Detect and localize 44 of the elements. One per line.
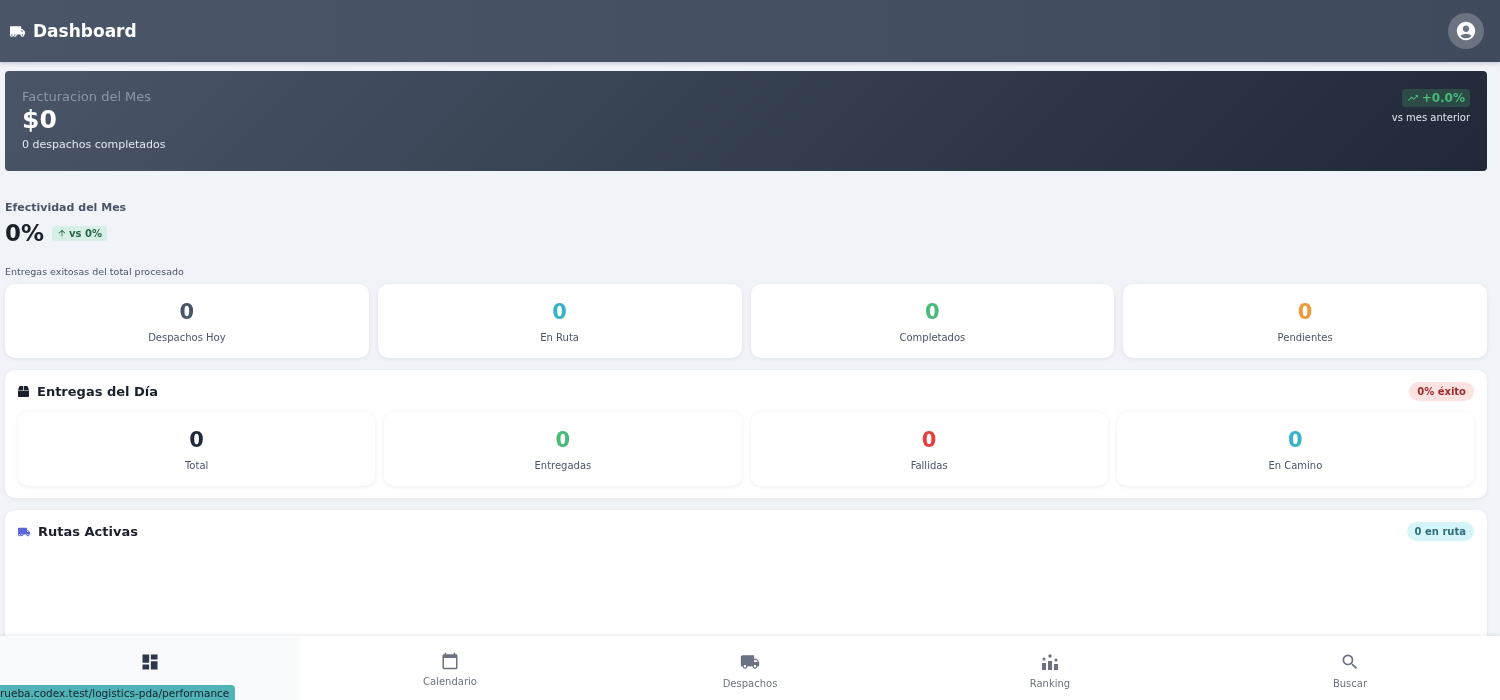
ranking-icon [1040,652,1060,672]
stat-value: 0 [555,427,571,452]
stat-value: 0 [179,299,195,324]
stat-value: 0 [552,299,567,324]
revenue-subtitle: 0 despachos completados [22,138,166,151]
stat-label: En Ruta [540,331,579,343]
account-icon [1455,20,1477,42]
nav-item[interactable]: Ranking [900,636,1200,700]
account-button[interactable] [1448,13,1484,49]
effectiveness-value: 0% [5,220,45,246]
revenue-label: Facturacion del Mes [22,89,153,104]
nav-item[interactable]: Calendario [300,636,600,700]
link-tooltip: rueba.codex.test/logistics-pda/performance [0,685,236,700]
title-text: Rutas Activas [38,524,138,539]
calendar-icon [441,652,459,670]
box-icon [18,386,29,397]
title-text: Entregas del Día [37,384,159,399]
stat-label: Fallidas [910,459,948,471]
comparison-badge: vs 0% [52,225,107,241]
routes-badge: 0 en ruta [1406,522,1474,541]
stat-value: 0 [921,427,937,452]
revenue-amount: $0 [22,105,58,134]
stat-label: Completados [899,331,966,343]
success-badge: 0% éxito [1409,382,1474,401]
nav-item[interactable]: Buscar [1200,636,1500,700]
stat-label: Entregadas [534,459,592,471]
truck-icon [10,23,25,39]
effectiveness-label: Efectividad del Mes [5,201,128,214]
search-icon [1340,652,1360,672]
trend-caption: vs mes anterior [1391,112,1470,123]
stat-label: Pendientes [1277,331,1333,343]
stat-value: 0 [1297,299,1313,324]
stat-value: 0 [1288,427,1303,452]
dashboard-icon [140,652,160,672]
stat-label: Total [184,459,209,471]
stat-value: 0 [189,427,204,452]
stat-label: Despachos Hoy [148,331,226,343]
title-text: Dashboard [33,21,137,41]
truck-icon [18,525,30,538]
stat-value: 0 [925,299,940,324]
nav-item[interactable]: Despachos [600,636,900,700]
trend-badge: +0.0% [1401,89,1470,107]
effectiveness-caption: Entregas exitosas del total procesado [5,266,185,277]
stat-label: En Camino [1268,459,1323,471]
